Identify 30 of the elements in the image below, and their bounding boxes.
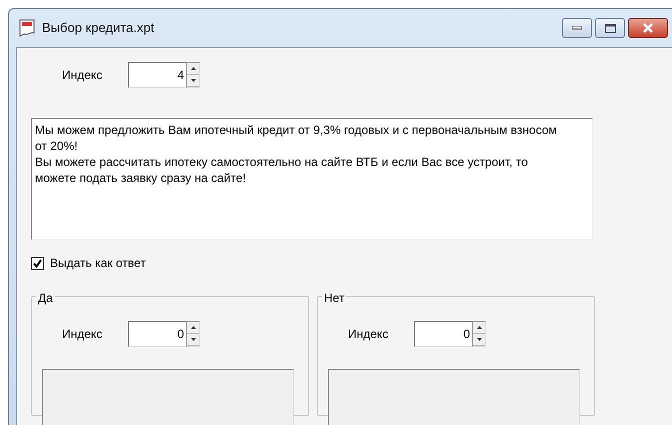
- checkbox-label: Выдать как ответ: [50, 255, 146, 272]
- close-icon: [642, 23, 654, 33]
- spin-down-button[interactable]: [187, 75, 199, 87]
- spin-down-button[interactable]: [187, 334, 199, 346]
- field-label: Индекс: [61, 67, 104, 84]
- spin-field[interactable]: 4: [128, 62, 186, 88]
- close-button[interactable]: [628, 18, 668, 38]
- maximize-icon: [604, 24, 616, 32]
- spin-field[interactable]: 0: [128, 321, 186, 347]
- window-title: Выбор кредита.xpt: [42, 19, 154, 38]
- up-arrow-icon: [190, 326, 196, 329]
- check-icon: [33, 258, 42, 268]
- spin-up-button[interactable]: [473, 322, 485, 334]
- checkbox[interactable]: [31, 256, 44, 270]
- down-arrow-icon: [190, 79, 196, 82]
- up-arrow-icon: [190, 67, 196, 70]
- up-arrow-icon: [476, 326, 482, 329]
- minimize-icon: [572, 26, 582, 30]
- field-label: Индекс: [347, 326, 390, 343]
- down-arrow-icon: [190, 338, 196, 341]
- maximize-button[interactable]: [595, 18, 625, 38]
- message-text-area[interactable]: Мы можем предложить Вам ипотечный кредит от 9,3% годовых и с первоначальным взносом от 20%! Вы можете рассчитать ипотеку самостоятельно на сайте ВТБ и если Вас все устроит, то можете подать заявку сразу на сайте!: [31, 118, 593, 240]
- down-arrow-icon: [476, 338, 482, 341]
- minimize-button[interactable]: [562, 18, 592, 38]
- spin-up-button[interactable]: [187, 63, 199, 75]
- field-label: Индекс: [61, 326, 104, 343]
- spin-down-button[interactable]: [473, 334, 485, 346]
- spin-field[interactable]: 0: [414, 321, 472, 347]
- document-icon: [18, 19, 36, 37]
- spin-up-button[interactable]: [187, 322, 199, 334]
